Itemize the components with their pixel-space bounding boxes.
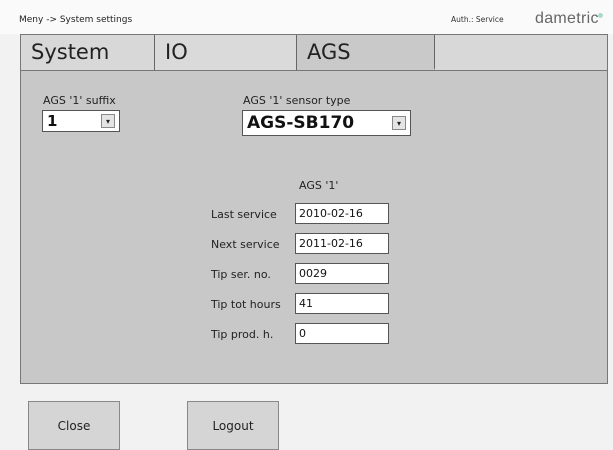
suffix-label: AGS '1' suffix xyxy=(43,94,116,107)
tip-prod-hours-field[interactable]: 0 xyxy=(295,323,389,344)
tab-ags[interactable]: AGS xyxy=(297,35,435,70)
tip-serial-field[interactable]: 0029 xyxy=(295,263,389,284)
tip-total-hours-field[interactable]: 41 xyxy=(295,293,389,314)
tab-system[interactable]: System xyxy=(21,35,155,70)
sensor-type-select[interactable]: AGS-SB170 ▾ xyxy=(242,110,411,136)
tip-total-hours-label: Tip tot hours xyxy=(211,298,281,311)
next-service-field[interactable]: 2011-02-16 xyxy=(295,233,389,254)
suffix-value: 1 xyxy=(47,112,58,130)
next-service-label: Next service xyxy=(211,238,280,251)
ags-settings-panel: AGS '1' suffix 1 ▾ AGS '1' sensor type A… xyxy=(20,71,608,384)
brand-logo: dametric xyxy=(535,10,599,27)
sensor-type-value: AGS-SB170 xyxy=(247,113,355,133)
suffix-select[interactable]: 1 ▾ xyxy=(42,110,120,132)
chevron-down-icon[interactable]: ▾ xyxy=(101,114,115,128)
breadcrumb: Meny -> System settings xyxy=(19,15,133,25)
last-service-field[interactable]: 2010-02-16 xyxy=(295,203,389,224)
logout-button[interactable]: Logout xyxy=(187,401,279,450)
tip-serial-label: Tip ser. no. xyxy=(211,268,271,281)
sensor-type-label: AGS '1' sensor type xyxy=(243,94,351,107)
tab-io[interactable]: IO xyxy=(155,35,297,70)
tab-bar: System IO AGS xyxy=(20,34,608,71)
auth-level: Auth.: Service xyxy=(451,15,504,24)
top-bar: Meny -> System settings Auth.: Service d… xyxy=(0,0,613,34)
close-button[interactable]: Close xyxy=(28,401,120,450)
brand-dot-icon xyxy=(598,13,603,18)
chevron-down-icon[interactable]: ▾ xyxy=(392,116,406,130)
tip-prod-hours-label: Tip prod. h. xyxy=(211,328,274,341)
last-service-label: Last service xyxy=(211,208,277,221)
tab-empty xyxy=(435,35,607,70)
ags-column-header: AGS '1' xyxy=(299,179,339,192)
